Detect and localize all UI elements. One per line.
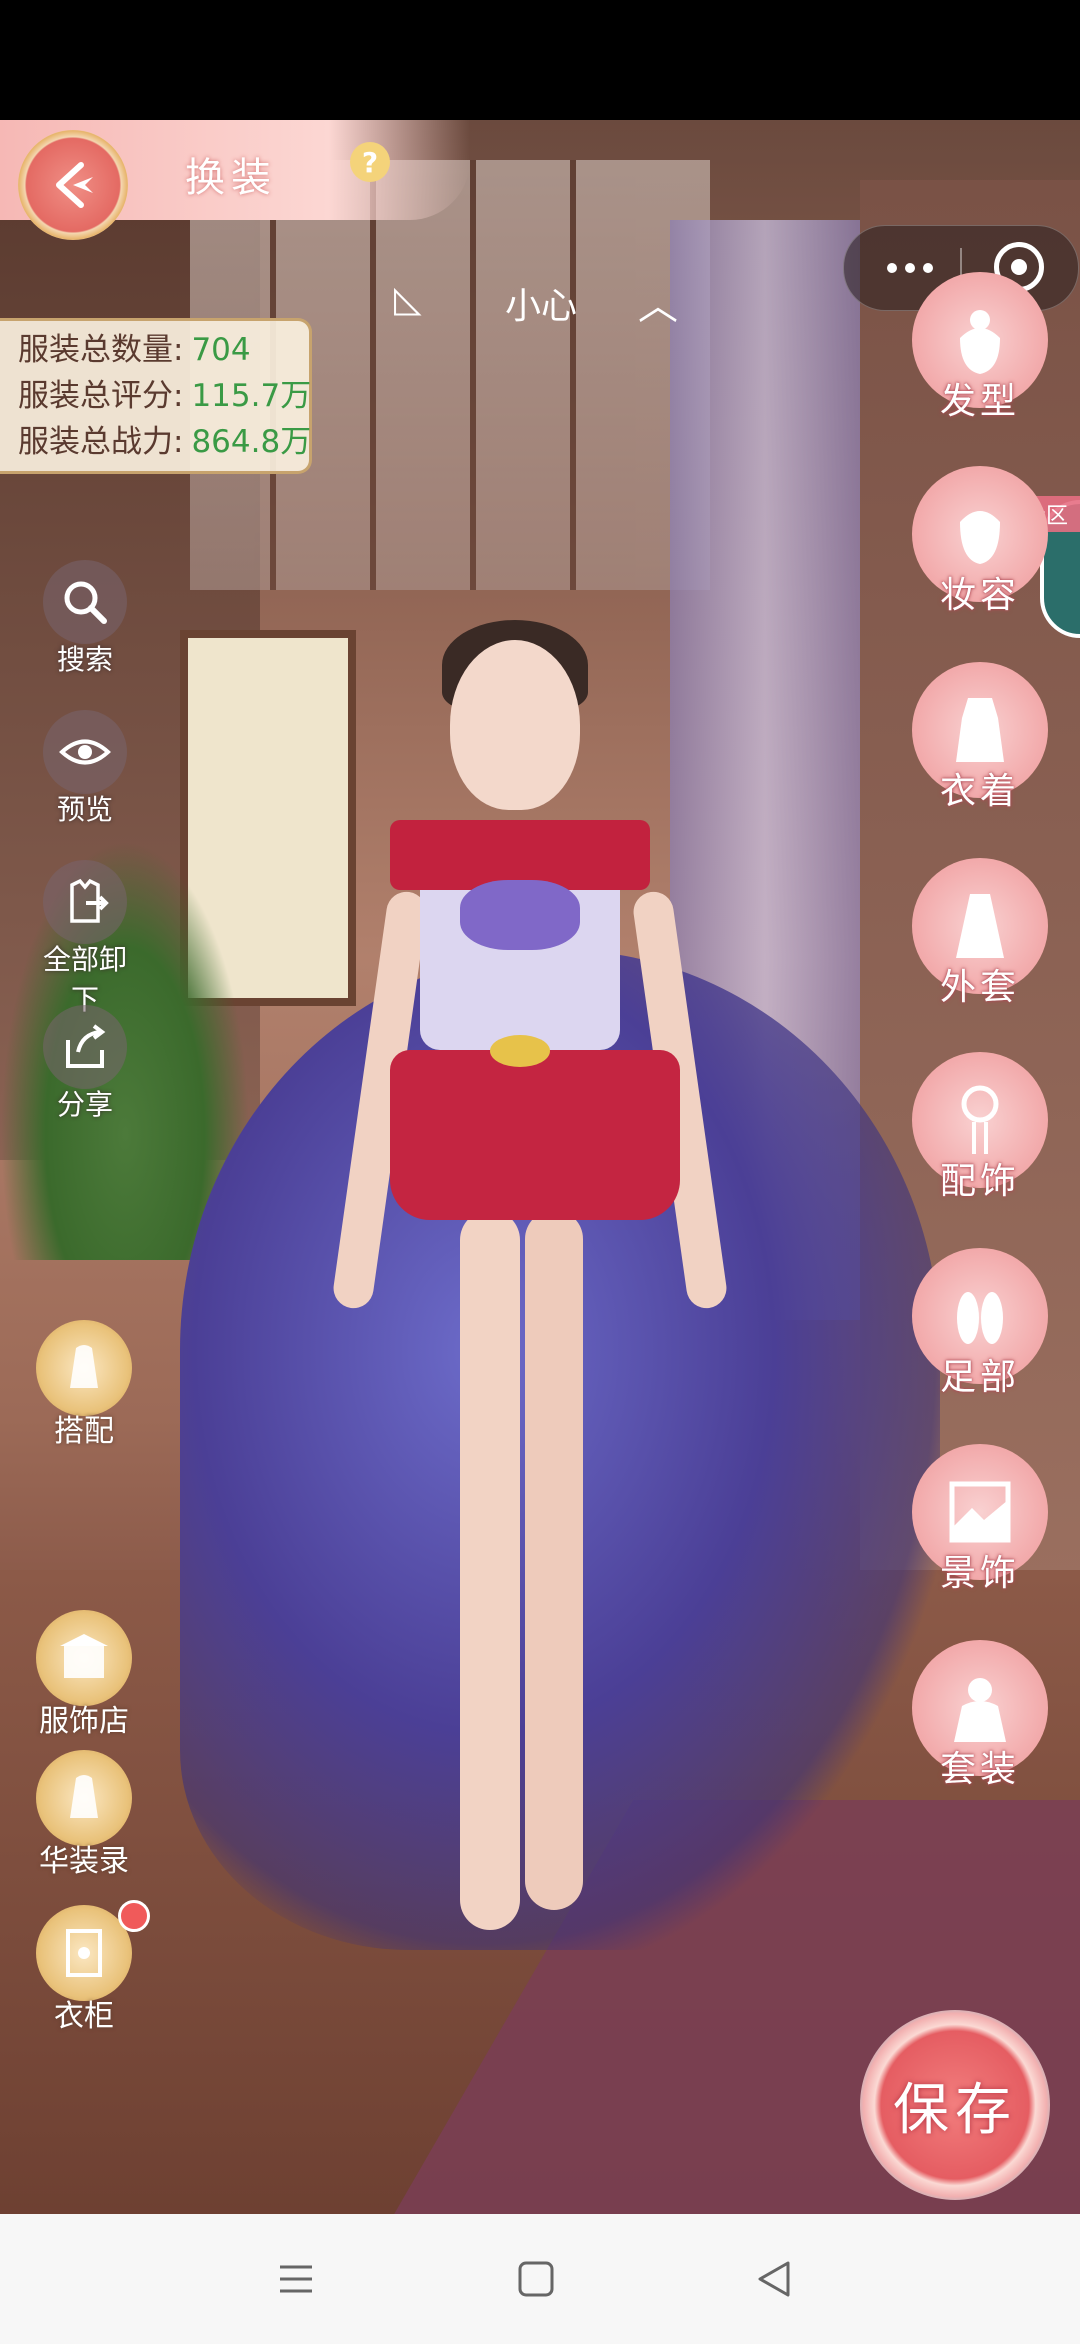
rename-icon[interactable]: ◺ (394, 279, 422, 320)
expand-icon[interactable]: ︿ (638, 273, 678, 331)
scene-icon (949, 1481, 1011, 1543)
eye-icon (59, 739, 111, 765)
category-clothing[interactable]: 衣着 (905, 662, 1055, 822)
category-suit[interactable]: 套装 (905, 1640, 1055, 1800)
menu-icon[interactable] (276, 2259, 316, 2299)
collection-button[interactable]: 华装录 (24, 1750, 144, 1880)
share-icon (66, 1024, 106, 1068)
preview-button[interactable]: 预览 (30, 710, 140, 828)
back-button[interactable] (18, 130, 128, 240)
stat-row: 服装总数量: 704 (18, 332, 251, 368)
stat-row: 服装总战力: 864.8万 (18, 424, 312, 460)
notification-badge (118, 1900, 150, 1932)
hairstyle-icon (960, 310, 1000, 374)
shop-button[interactable]: 服饰店 (24, 1610, 144, 1740)
save-button[interactable]: 保存 (860, 2010, 1050, 2200)
category-shoes[interactable]: 足部 (905, 1248, 1055, 1408)
coat-icon (956, 894, 1004, 958)
character-name: 小心 (505, 286, 578, 327)
system-nav-bar (0, 2214, 1080, 2344)
page-title: 换装 (185, 155, 277, 201)
shop-icon (60, 1634, 108, 1678)
stats-panel: 服装总数量: 704 服装总评分: 115.7万 服装总战力: 864.8万 (0, 318, 312, 474)
outfit-icon (70, 1345, 98, 1388)
character-model[interactable] (180, 610, 940, 2170)
category-coat[interactable]: 外套 (905, 858, 1055, 1018)
outfit-match-button[interactable]: 搭配 (24, 1320, 144, 1450)
makeup-icon (960, 511, 1000, 564)
clothing-icon (956, 698, 1004, 762)
accessory-icon (961, 1085, 999, 1154)
wardrobe-icon (66, 1929, 102, 1977)
search-button[interactable]: 搜索 (30, 560, 140, 678)
stat-row: 服装总评分: 115.7万 (18, 378, 312, 414)
search-icon (64, 581, 107, 624)
home-icon[interactable] (516, 2259, 556, 2299)
back-arrow-icon (56, 162, 93, 208)
shoes-icon (957, 1292, 1003, 1344)
back-nav-icon[interactable] (754, 2259, 794, 2299)
character-head (450, 640, 580, 810)
help-icon[interactable]: ? (350, 142, 390, 182)
collection-icon (70, 1775, 98, 1818)
undress-all-button[interactable]: 全部卸下 (30, 860, 140, 1018)
share-button[interactable]: 分享 (30, 1005, 140, 1123)
status-bar (0, 0, 1080, 120)
undress-icon (70, 878, 109, 923)
suit-icon (954, 1678, 1006, 1742)
category-makeup[interactable]: 妆容 (905, 466, 1055, 626)
character-name-bar: ◺ 小心 ︿ (380, 265, 710, 335)
category-accessory[interactable]: 配饰 (905, 1052, 1055, 1212)
category-scene[interactable]: 景饰 (905, 1444, 1055, 1604)
category-hairstyle[interactable]: 发型 (905, 272, 1055, 432)
